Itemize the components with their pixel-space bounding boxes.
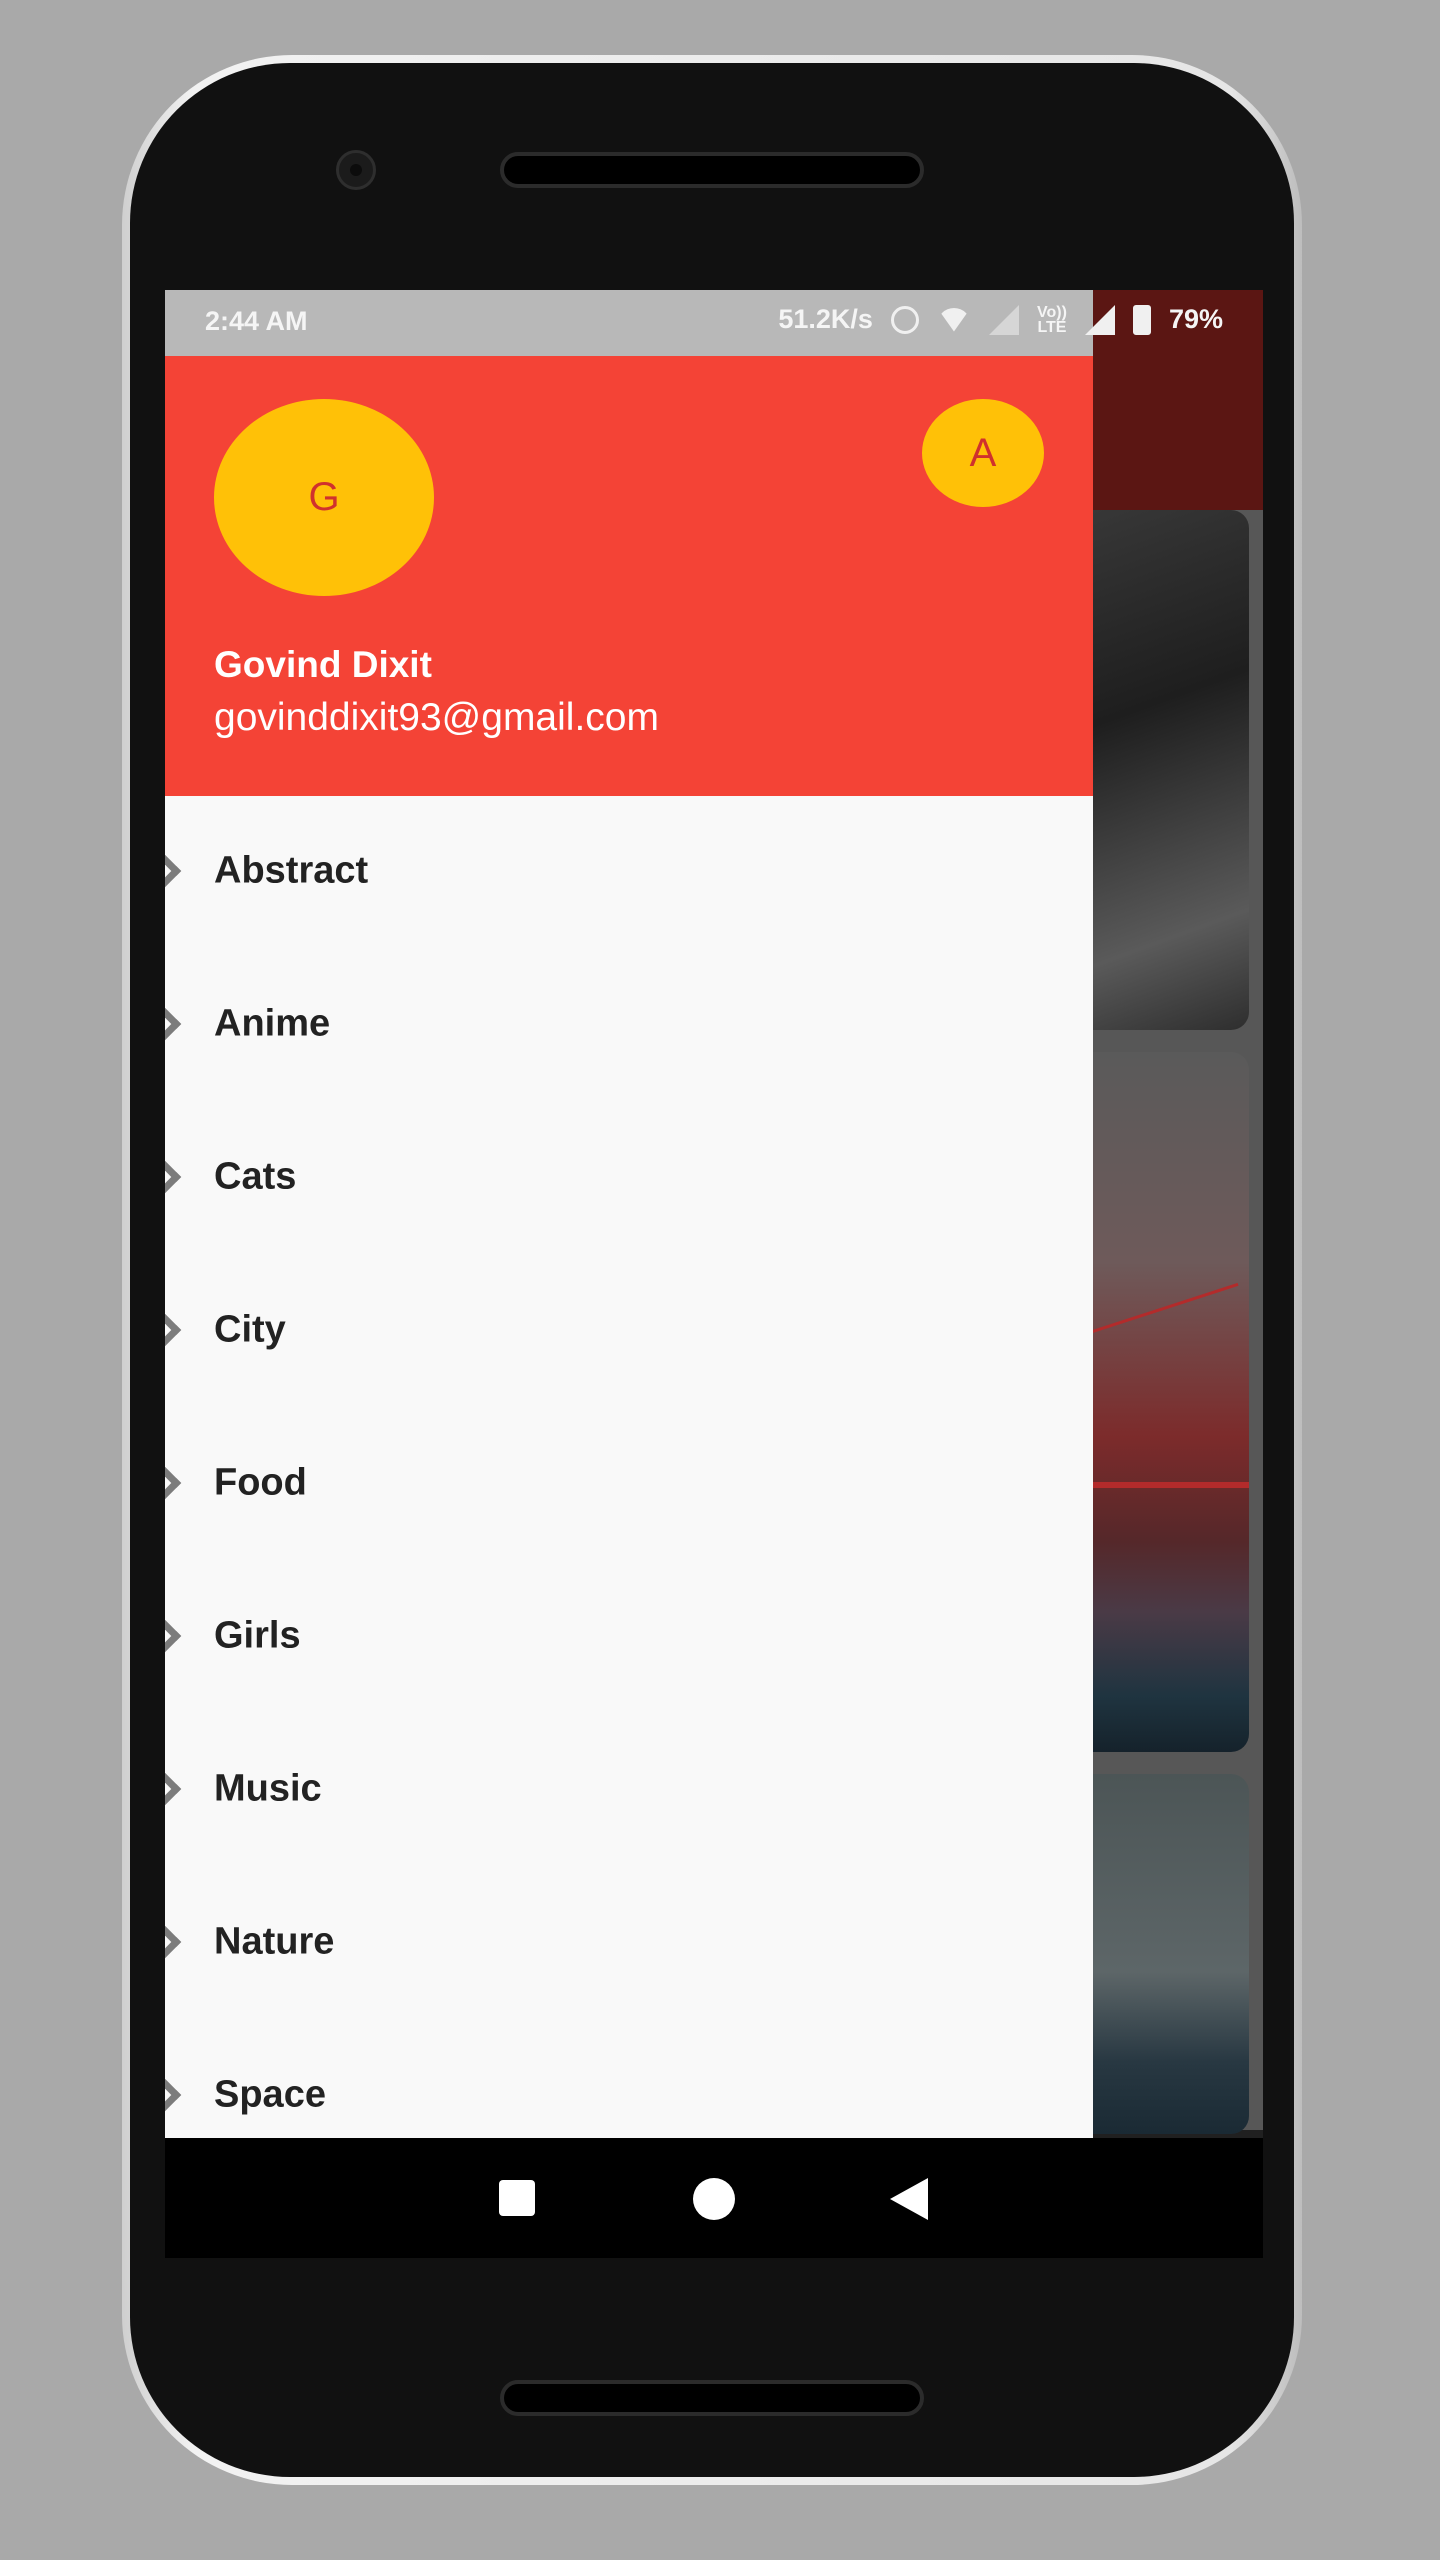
menu-item-label: Anime (214, 1002, 331, 1045)
system-nav-bar (165, 2138, 1263, 2258)
status-bar: 2:44 AM 51.2K/s Vo)) LTE 79% (165, 290, 1263, 356)
volte-icon: Vo)) LTE (1036, 303, 1067, 336)
bottom-speaker (500, 2380, 924, 2416)
chevron-right-icon (165, 1767, 182, 1811)
signal-icon (1084, 304, 1115, 335)
back-triangle-icon[interactable] (890, 2178, 928, 2220)
chevron-right-icon (165, 1308, 182, 1352)
drawer-header: G A Govind Dixit govinddixit93@gmail.com (165, 356, 1093, 796)
status-time: 2:44 AM (205, 306, 308, 336)
menu-item-city[interactable]: City (165, 1255, 1093, 1408)
front-camera (336, 150, 376, 190)
home-circle-icon[interactable] (693, 2178, 735, 2220)
menu-item-food[interactable]: Food (165, 1408, 1093, 1561)
menu-item-girls[interactable]: Girls (165, 1561, 1093, 1714)
menu-item-anime[interactable]: Anime (165, 949, 1093, 1102)
chevron-right-icon (165, 1461, 182, 1505)
menu-item-label: Cats (214, 1155, 297, 1198)
navigation-drawer: G A Govind Dixit govinddixit93@gmail.com… (165, 356, 1093, 2186)
status-icons: 51.2K/s Vo)) LTE 79% (778, 304, 1223, 335)
menu-item-label: Space (214, 2073, 326, 2116)
menu-item-label: Abstract (214, 849, 369, 892)
screen: 2:44 AM 51.2K/s Vo)) LTE 79% G A Govind … (165, 290, 1263, 2258)
alarm-icon (890, 305, 919, 334)
wifi-icon (936, 307, 971, 332)
menu-item-label: Girls (214, 1614, 301, 1657)
menu-item-cats[interactable]: Cats (165, 1102, 1093, 1255)
signal-icon (988, 304, 1019, 335)
menu-item-label: Food (214, 1461, 307, 1504)
other-avatar-letter: A (969, 430, 997, 475)
account-name: Govind Dixit (214, 644, 432, 685)
account-email: govinddixit93@gmail.com (214, 696, 659, 739)
battery-level: 79% (1168, 304, 1223, 334)
recents-square-icon[interactable] (499, 2180, 535, 2216)
other-account-avatar[interactable]: A (922, 399, 1044, 507)
earpiece-speaker (500, 152, 924, 188)
network-speed: 51.2K/s (778, 304, 873, 334)
category-list: Abstract Anime Cats City Food Girls Musi… (165, 796, 1093, 2173)
chevron-right-icon (165, 1155, 182, 1199)
chevron-right-icon (165, 2073, 182, 2117)
menu-item-nature[interactable]: Nature (165, 1867, 1093, 2020)
menu-item-label: City (214, 1308, 286, 1351)
chevron-right-icon (165, 849, 182, 893)
menu-item-abstract[interactable]: Abstract (165, 796, 1093, 949)
account-avatar[interactable]: G (214, 399, 434, 596)
battery-charging-icon (1132, 304, 1151, 335)
chevron-right-icon (165, 1920, 182, 1964)
avatar-letter: G (308, 475, 340, 519)
menu-item-label: Nature (214, 1920, 335, 1963)
chevron-right-icon (165, 1614, 182, 1658)
menu-item-label: Music (214, 1767, 322, 1810)
chevron-right-icon (165, 1002, 182, 1046)
menu-item-music[interactable]: Music (165, 1714, 1093, 1867)
